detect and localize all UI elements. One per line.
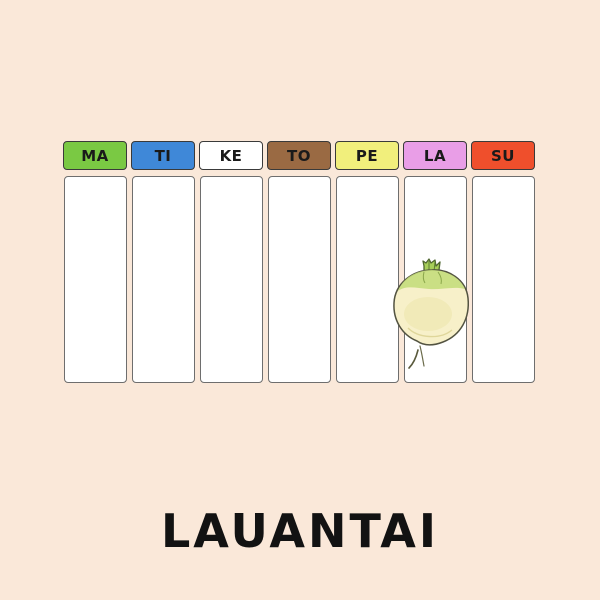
day-box-to	[268, 176, 331, 383]
day-tab-to[interactable]: TO	[267, 141, 331, 170]
current-day-name: LAUANTAI	[160, 504, 440, 558]
day-column-ti: TI	[131, 141, 195, 386]
day-tab-ke[interactable]: KE	[199, 141, 263, 170]
day-column-ma: MA	[63, 141, 127, 386]
day-column-to: TO	[267, 141, 331, 386]
day-box-ma	[64, 176, 127, 383]
day-tab-ti[interactable]: TI	[131, 141, 195, 170]
day-tab-pe[interactable]: PE	[335, 141, 399, 170]
day-tab-ma[interactable]: MA	[63, 141, 127, 170]
day-column-su: SU	[471, 141, 535, 386]
day-tab-la[interactable]: LA	[403, 141, 467, 170]
day-column-ke: KE	[199, 141, 263, 386]
day-box-su	[472, 176, 535, 383]
day-box-ke	[200, 176, 263, 383]
turnip-icon	[393, 258, 469, 369]
day-tab-su[interactable]: SU	[471, 141, 535, 170]
day-box-ti	[132, 176, 195, 383]
